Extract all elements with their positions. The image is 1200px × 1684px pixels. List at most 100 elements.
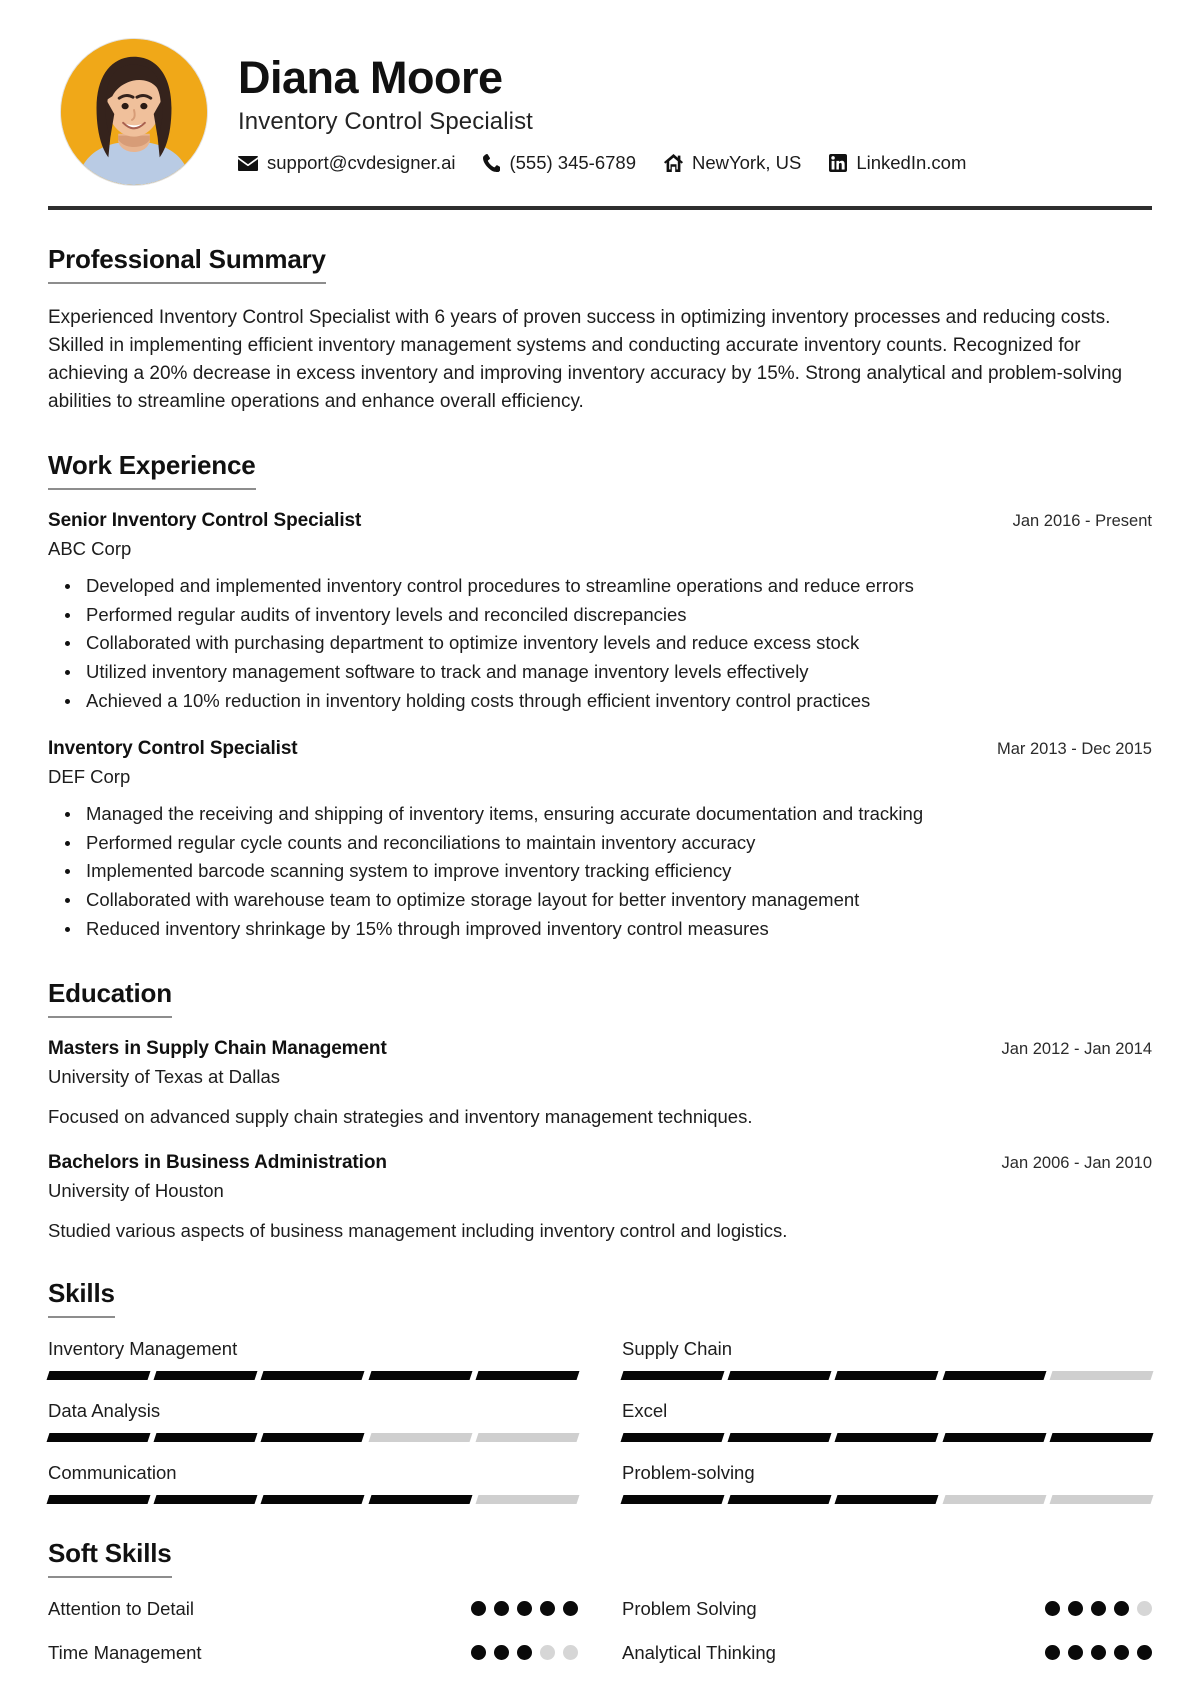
education-degree: Bachelors in Business Administration bbox=[48, 1151, 387, 1173]
soft-skill-item: Problem Solving bbox=[622, 1598, 1152, 1620]
skill-segment-filled bbox=[475, 1370, 580, 1380]
avatar bbox=[60, 38, 208, 186]
section-skills: Skills Inventory Management Supply Chain D… bbox=[46, 1278, 1154, 1504]
section-education: Education Masters in Supply Chain Manage… bbox=[48, 978, 1152, 1244]
contact-linkedin-text: LinkedIn.com bbox=[856, 152, 967, 174]
section-heading-soft-skills: Soft Skills bbox=[48, 1538, 172, 1578]
soft-skills-grid: Attention to Detail Problem Solving Time M… bbox=[48, 1598, 1152, 1664]
contact-location-text: NewYork, US bbox=[691, 152, 802, 174]
section-heading-summary: Professional Summary bbox=[48, 244, 326, 284]
rating-dot-filled bbox=[494, 1601, 509, 1617]
skill-item: Supply Chain bbox=[620, 1337, 1154, 1380]
skill-segment-filled bbox=[727, 1370, 832, 1380]
skill-level-bar bbox=[620, 1494, 1154, 1504]
skill-segment-empty bbox=[942, 1494, 1047, 1504]
skill-segment-filled bbox=[153, 1494, 258, 1504]
work-organization: ABC Corp bbox=[48, 537, 132, 559]
skill-segment-filled bbox=[834, 1370, 940, 1380]
resume-page: Diana Moore Inventory Control Specialist… bbox=[0, 0, 1200, 1684]
rating-dot-empty bbox=[563, 1645, 578, 1661]
list-item: Reduced inventory shrinkage by 15% throu… bbox=[65, 915, 1152, 944]
home-icon bbox=[663, 154, 683, 173]
rating-dot-filled bbox=[1045, 1645, 1060, 1661]
skill-label: Data Analysis bbox=[48, 1399, 161, 1421]
rating-dot-empty bbox=[1137, 1601, 1152, 1617]
skill-level-bar bbox=[46, 1432, 580, 1442]
list-item: Performed regular cycle counts and recon… bbox=[65, 829, 1152, 858]
header-text-block: Diana Moore Inventory Control Specialist… bbox=[238, 50, 1152, 175]
rating-dot-filled bbox=[471, 1601, 486, 1617]
work-date: Jan 2016 - Present bbox=[1012, 511, 1152, 530]
work-bullets: Developed and implemented inventory cont… bbox=[48, 572, 1152, 716]
summary-text: Experienced Inventory Control Specialist… bbox=[48, 307, 1123, 412]
contact-location[interactable]: NewYork, US bbox=[663, 152, 802, 174]
rating-dot-filled bbox=[1114, 1601, 1129, 1617]
skill-segment-filled bbox=[620, 1432, 725, 1442]
skill-segment-filled bbox=[727, 1494, 832, 1504]
profile-photo-illustration bbox=[61, 39, 207, 185]
page-title: Diana Moore bbox=[238, 51, 503, 103]
contact-phone[interactable]: (555) 345-6789 bbox=[483, 152, 636, 174]
contact-row: support@cvdesigner.ai (555) 345-6789 New… bbox=[238, 152, 1152, 174]
soft-skill-item: Analytical Thinking bbox=[622, 1642, 1152, 1664]
soft-skill-rating bbox=[471, 1645, 578, 1661]
skill-segment-filled bbox=[727, 1432, 832, 1442]
rating-dot-filled bbox=[494, 1645, 509, 1661]
contact-linkedin[interactable]: LinkedIn.com bbox=[829, 152, 966, 174]
skill-segment-filled bbox=[942, 1370, 1047, 1380]
contact-email[interactable]: support@cvdesigner.ai bbox=[238, 152, 455, 174]
skill-segment-empty bbox=[475, 1432, 580, 1442]
skill-segment-empty bbox=[475, 1494, 580, 1504]
work-date: Mar 2013 - Dec 2015 bbox=[996, 739, 1152, 758]
skill-segment-filled bbox=[153, 1370, 258, 1380]
linkedin-icon bbox=[829, 154, 848, 173]
skill-segment-filled bbox=[260, 1494, 366, 1504]
skill-item: Data Analysis bbox=[46, 1399, 580, 1442]
header-divider bbox=[48, 206, 1152, 210]
job-title: Inventory Control Specialist bbox=[238, 108, 533, 136]
skill-segment-filled bbox=[260, 1432, 366, 1442]
work-role: Inventory Control Specialist bbox=[48, 737, 298, 759]
soft-skill-item: Attention to Detail bbox=[48, 1598, 578, 1620]
skill-segment-filled bbox=[834, 1494, 940, 1504]
skill-segment-empty bbox=[368, 1432, 473, 1442]
skills-grid: Inventory Management Supply Chain Data Ana… bbox=[46, 1337, 1154, 1504]
rating-dot-filled bbox=[1068, 1645, 1083, 1661]
section-heading-education: Education bbox=[48, 978, 172, 1018]
work-role: Senior Inventory Control Specialist bbox=[48, 509, 362, 531]
skill-label: Supply Chain bbox=[622, 1337, 733, 1359]
list-item: Collaborated with purchasing department … bbox=[65, 629, 1152, 658]
skill-item: Communication bbox=[46, 1462, 580, 1504]
skill-segment-filled bbox=[153, 1432, 258, 1442]
soft-skill-label: Analytical Thinking bbox=[622, 1641, 776, 1663]
list-item: Collaborated with warehouse team to opti… bbox=[65, 886, 1152, 915]
soft-skill-rating bbox=[1045, 1601, 1152, 1617]
rating-dot-filled bbox=[1114, 1645, 1129, 1661]
envelope-icon bbox=[238, 155, 258, 171]
skill-segment-filled bbox=[1049, 1432, 1154, 1442]
rating-dot-filled bbox=[540, 1601, 555, 1617]
skill-segment-filled bbox=[46, 1494, 151, 1504]
soft-skill-rating bbox=[1045, 1645, 1152, 1661]
skill-segment-filled bbox=[620, 1370, 725, 1380]
skill-segment-filled bbox=[942, 1432, 1047, 1442]
rating-dot-filled bbox=[471, 1645, 486, 1661]
rating-dot-filled bbox=[1137, 1645, 1152, 1661]
section-heading-work-experience: Work Experience bbox=[48, 450, 256, 490]
education-date: Jan 2012 - Jan 2014 bbox=[1001, 1039, 1152, 1058]
education-description: Studied various aspects of business mana… bbox=[48, 1219, 788, 1241]
list-item: Utilized inventory management software t… bbox=[65, 658, 1152, 687]
education-entry: Masters in Supply Chain Management Jan 2… bbox=[48, 1038, 1152, 1130]
skill-segment-filled bbox=[46, 1370, 151, 1380]
list-item: Achieved a 10% reduction in inventory ho… bbox=[65, 687, 1152, 716]
soft-skill-rating bbox=[471, 1601, 578, 1617]
education-date: Jan 2006 - Jan 2010 bbox=[1001, 1153, 1152, 1172]
soft-skill-label: Time Management bbox=[48, 1641, 202, 1663]
skill-item: Problem-solving bbox=[620, 1462, 1154, 1504]
resume-header: Diana Moore Inventory Control Specialist… bbox=[48, 30, 1152, 204]
list-item: Developed and implemented inventory cont… bbox=[65, 572, 1152, 601]
skill-segment-empty bbox=[1049, 1370, 1154, 1380]
soft-skill-label: Problem Solving bbox=[622, 1597, 757, 1619]
list-item: Implemented barcode scanning system to i… bbox=[65, 857, 1152, 886]
skill-level-bar bbox=[620, 1432, 1154, 1442]
